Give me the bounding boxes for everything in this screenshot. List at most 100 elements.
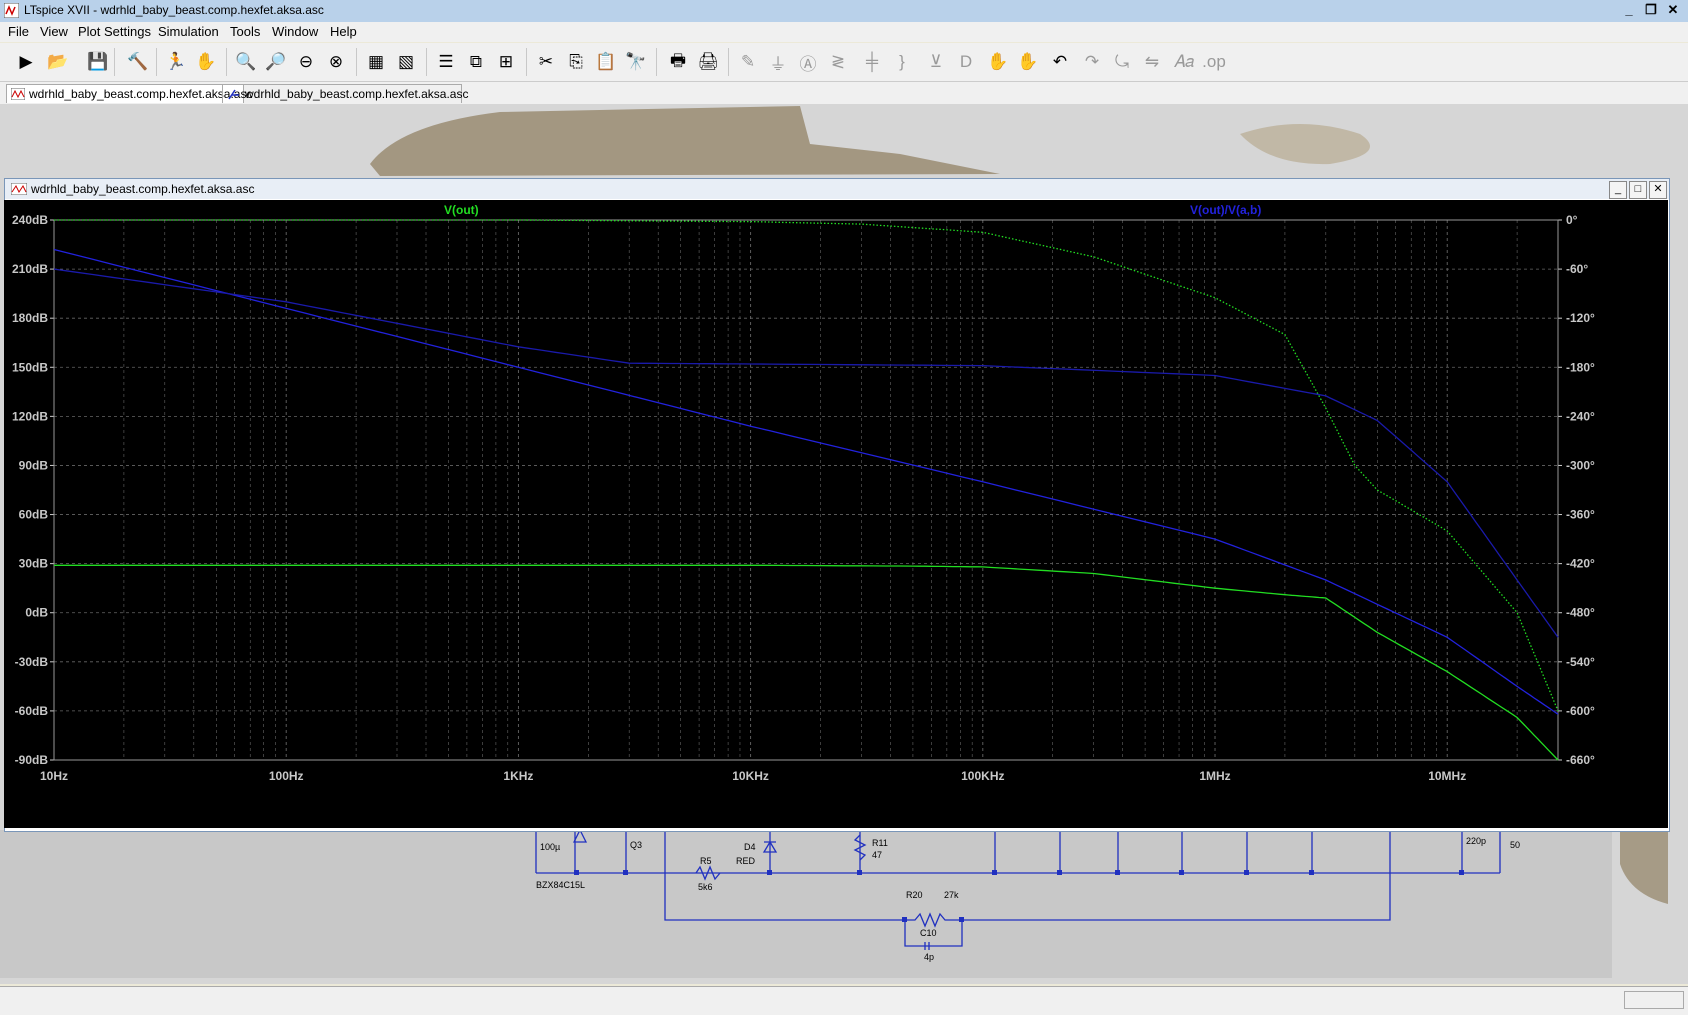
y-left-tick-label: 180dB (12, 311, 48, 325)
capacitor-value-label: 100µ (540, 842, 561, 852)
y-right-tick-label: -480° (1566, 606, 1595, 620)
tab-schematic-label: wdrhld_baby_beast.comp.hexfet.aksa.asc (245, 87, 469, 101)
pan-icon[interactable]: 🔎 (262, 48, 290, 76)
y-right-tick-label: -300° (1566, 458, 1595, 472)
x-tick-label: 10Hz (40, 769, 68, 783)
component-icon[interactable]: D (952, 48, 980, 76)
control-panel-icon[interactable]: 🔨 (124, 48, 152, 76)
add-trace-icon[interactable]: ▧ (392, 48, 420, 76)
x-tick-label: 1KHz (503, 769, 533, 783)
y-right-tick-label: -540° (1566, 655, 1595, 669)
menu-simulation[interactable]: Simulation (158, 24, 219, 39)
tile-vertical-icon[interactable]: ⊞ (492, 48, 520, 76)
paste-icon[interactable]: 📋 (592, 48, 620, 76)
open-folder-icon[interactable]: 📂 (44, 48, 72, 76)
plot-window-title: wdrhld_baby_beast.comp.hexfet.aksa.asc (31, 182, 255, 196)
y-left-tick-label: 210dB (12, 262, 48, 276)
y-right-tick-label: -660° (1566, 753, 1595, 767)
toolbar-separator (426, 48, 427, 76)
drag-hand-icon[interactable]: ✋ (1014, 48, 1042, 76)
y-left-tick-label: 60dB (19, 508, 49, 522)
text-icon[interactable]: 𝐴𝑎 (1170, 48, 1198, 76)
toolbar-separator (356, 48, 357, 76)
tile-horizontal-icon[interactable]: ☰ (432, 48, 460, 76)
zoom-fit-icon[interactable]: ⊗ (322, 48, 350, 76)
capacitor-icon[interactable]: ╪ (858, 48, 886, 76)
y-right-tick-label: -180° (1566, 360, 1595, 374)
resistor-icon[interactable]: ≷ (824, 48, 852, 76)
resistor-r11-label: R11 (872, 838, 888, 848)
capacitor-c10-label: C10 (920, 928, 937, 938)
run-simulation-icon[interactable]: 🏃 (162, 48, 190, 76)
status-bar (0, 986, 1688, 1015)
menu-plot-settings[interactable]: Plot Settings (78, 24, 151, 39)
menu-help[interactable]: Help (330, 24, 357, 39)
schematic-view[interactable]: 100µ BZX84C15L Q3 R5 5k6 D4 RED R11 47 R… (0, 830, 1612, 978)
schematic-icon (228, 89, 239, 100)
run-icon[interactable]: ▶ (12, 48, 40, 76)
transistor-label: Q3 (630, 840, 643, 850)
diode-icon[interactable]: ⊻ (922, 48, 950, 76)
value-50-label: 50 (1510, 840, 1521, 850)
menu-file[interactable]: File (8, 24, 29, 39)
waveform-plot[interactable]: 240dB 0° 210dB -60° 180dB -120° 150dB -180° 120d… (4, 200, 1668, 828)
mirror-icon[interactable]: ⇋ (1138, 48, 1166, 76)
inductor-icon[interactable]: } (888, 48, 916, 76)
toolbar-separator (728, 48, 729, 76)
y-left-tick-label: 0dB (25, 606, 48, 620)
toolbar-separator (226, 48, 227, 76)
y-right-tick-label: -360° (1566, 508, 1595, 522)
cascade-icon[interactable]: ⧉ (462, 48, 490, 76)
zoom-area-icon[interactable]: 🔍 (232, 48, 260, 76)
tab-waveform[interactable]: wdrhld_baby_beast.comp.hexfet.aksa.asc (6, 84, 252, 103)
wire-icon[interactable]: ✎ (734, 48, 762, 76)
plot-minimize-icon[interactable]: _ (1609, 181, 1627, 199)
resistor-r20-label: R20 (906, 890, 923, 900)
resistor-r5-value: 5k6 (698, 882, 713, 892)
y-left-tick-label: -30dB (15, 655, 49, 669)
zoom-out-icon[interactable]: ⊖ (292, 48, 320, 76)
menu-view[interactable]: View (40, 24, 68, 39)
ground-icon[interactable]: ⏚ (764, 48, 792, 76)
status-panel (1624, 991, 1684, 1009)
tab-waveform-label: wdrhld_baby_beast.comp.hexfet.aksa.asc (29, 87, 253, 101)
find-icon[interactable]: 🔭 (622, 48, 650, 76)
save-icon[interactable]: 💾 (84, 48, 112, 76)
rotate-icon[interactable]: ⤿ (1108, 48, 1136, 76)
title-bar: LTspice XVII - wdrhld_baby_beast.comp.he… (0, 0, 1688, 23)
copy-icon[interactable]: ⎘ (562, 48, 590, 76)
cut-icon[interactable]: ✂ (532, 48, 560, 76)
capacitor-220p-label: 220p (1466, 836, 1487, 846)
bode-chart[interactable]: 240dB 0° 210dB -60° 180dB -120° 150dB -180° 120d… (4, 200, 1668, 828)
y-right-tick-label: -420° (1566, 557, 1595, 571)
toolbar-separator (114, 48, 115, 76)
plot-maximize-icon[interactable]: □ (1629, 181, 1647, 199)
plot-close-icon[interactable]: ✕ (1649, 181, 1667, 199)
spice-directive-icon[interactable]: .op (1200, 48, 1228, 76)
trace-label-vout: V(out) (444, 203, 479, 217)
x-tick-label: 10KHz (732, 769, 769, 783)
capacitor-c10-value: 4p (924, 952, 935, 962)
restore-icon[interactable]: ❐ (1642, 2, 1660, 18)
y-right-tick-label: -600° (1566, 704, 1595, 718)
label-net-icon[interactable]: Ⓐ (794, 48, 822, 76)
trace-v-out-v-a-b-phase (53, 268, 1559, 638)
move-hand-icon[interactable]: ✋ (984, 48, 1012, 76)
menu-window[interactable]: Window (272, 24, 318, 39)
menu-tools[interactable]: Tools (230, 24, 260, 39)
x-tick-label: 1MHz (1199, 769, 1230, 783)
y-left-tick-label: 30dB (19, 557, 49, 571)
zener-label: BZX84C15L (536, 880, 586, 890)
minimize-icon[interactable]: _ (1620, 2, 1638, 18)
close-icon[interactable]: ✕ (1664, 2, 1682, 18)
ltspice-app-icon (4, 3, 19, 18)
print-preview-icon[interactable]: 🖨 (694, 48, 722, 76)
toolbar-separator (656, 48, 657, 76)
autorange-icon[interactable]: ▦ (362, 48, 390, 76)
redo-icon[interactable]: ↷ (1078, 48, 1106, 76)
undo-icon[interactable]: ↶ (1046, 48, 1074, 76)
halt-hand-icon[interactable]: ✋ (192, 48, 220, 76)
tab-schematic[interactable]: wdrhld_baby_beast.comp.hexfet.aksa.asc (222, 84, 468, 103)
y-right-tick-label: -60° (1566, 262, 1588, 276)
print-icon[interactable]: 🖶 (664, 48, 692, 76)
